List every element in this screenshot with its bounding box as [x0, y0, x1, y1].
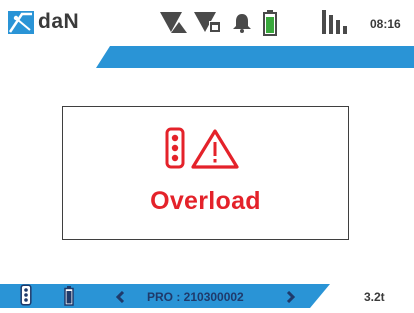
- brand-name: daN: [38, 10, 80, 33]
- load-value: 3.2t: [364, 290, 385, 304]
- alert-message: Overload: [150, 187, 261, 215]
- traffic-light-icon: [165, 127, 185, 169]
- battery-icon: [64, 286, 74, 311]
- logo-icon: [6, 8, 36, 36]
- overload-alert-panel: Overload: [62, 106, 349, 240]
- prev-arrow-icon[interactable]: [115, 290, 125, 308]
- signal-bars-icon: [322, 10, 350, 39]
- next-arrow-icon[interactable]: [286, 290, 296, 308]
- header-accent-band: [96, 46, 414, 68]
- battery-icon: [263, 10, 277, 41]
- signal-alert-icon: [160, 12, 190, 39]
- clock: 08:16: [370, 17, 401, 31]
- device-id: PRO : 210300002: [147, 290, 244, 304]
- signal-sim-icon: [194, 12, 224, 39]
- bell-icon: [232, 13, 252, 38]
- alert-icon-group: [163, 127, 253, 176]
- traffic-light-icon: [20, 284, 32, 311]
- warning-triangle-icon: [191, 129, 239, 169]
